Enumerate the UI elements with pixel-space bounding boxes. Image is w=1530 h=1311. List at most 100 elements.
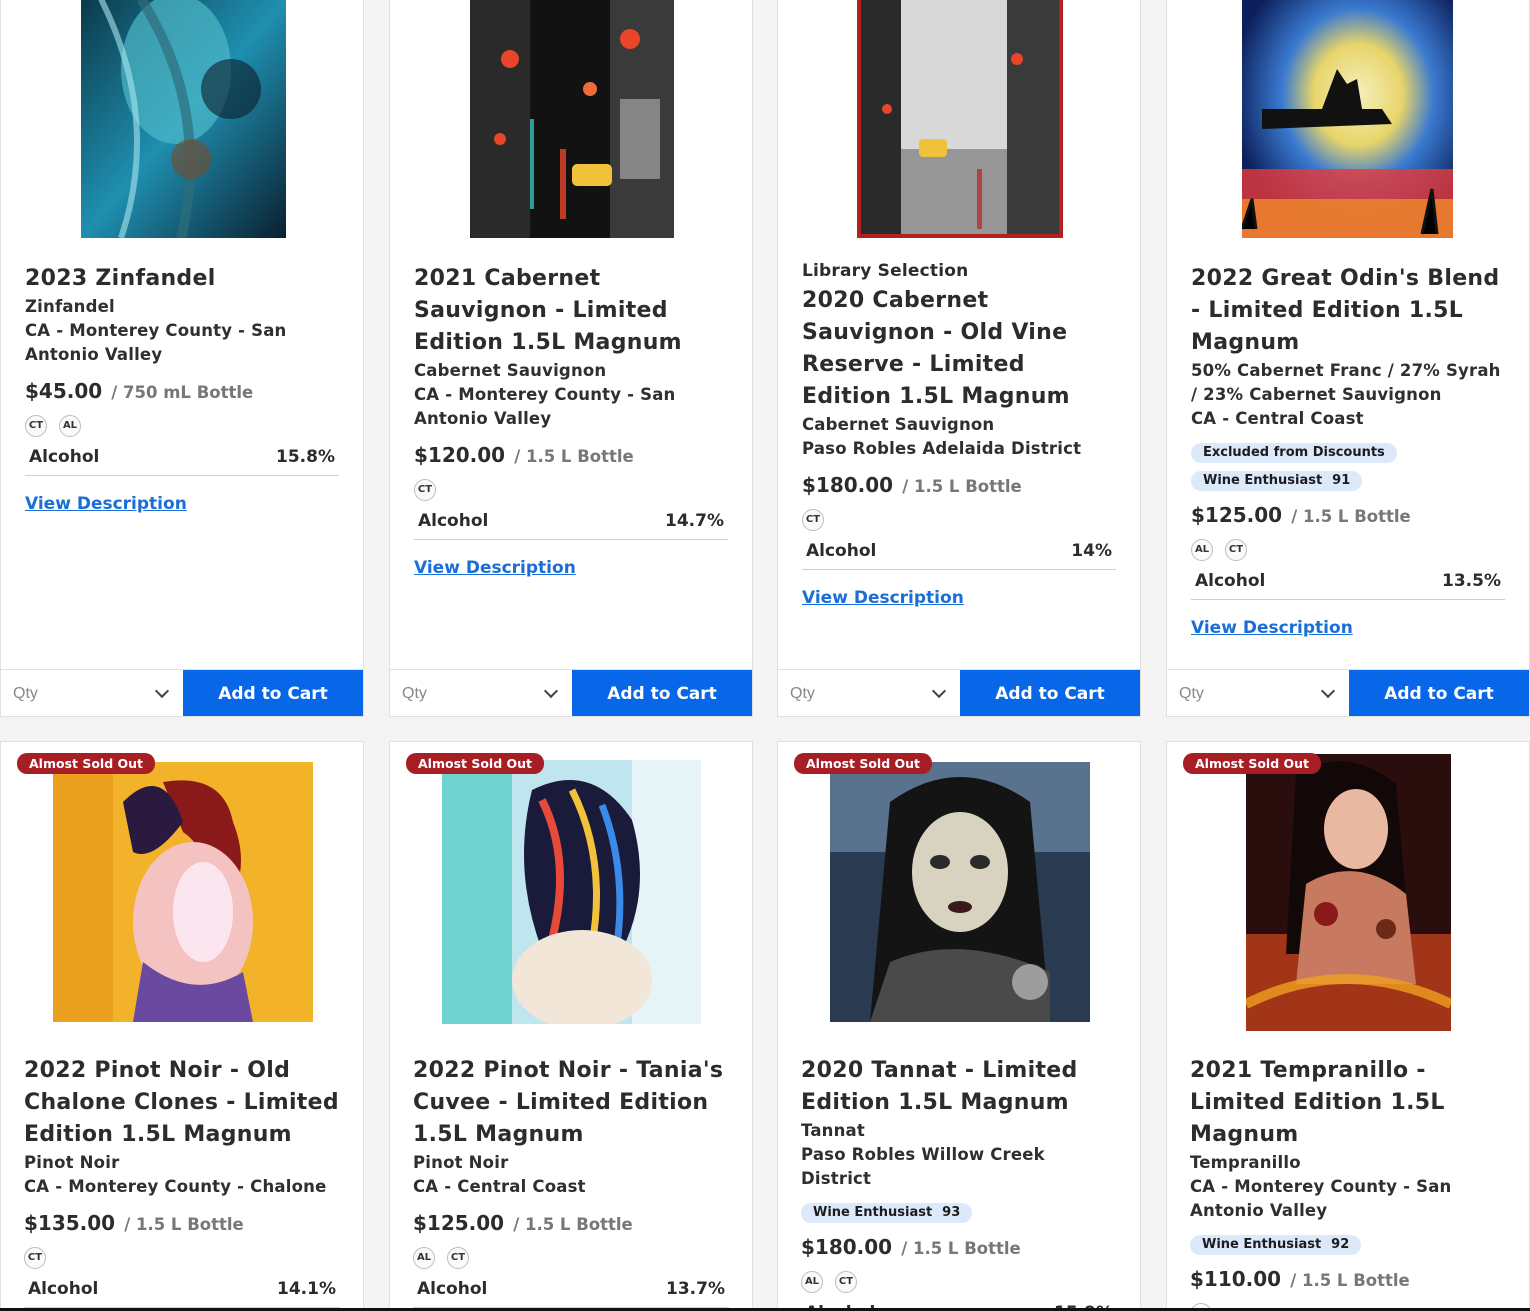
alcohol-value: 15.8% [276,447,335,467]
state-badge: CT [802,509,824,531]
product-label-image[interactable] [1243,754,1454,1031]
product-unit: / 1.5 L Bottle [124,1215,244,1234]
alcohol-spec: Alcohol 14.7% [414,511,728,540]
product-title[interactable]: 2023 Zinfandel [25,263,339,295]
alcohol-value: 13.5% [1442,571,1501,591]
alcohol-spec: Alcohol 14% [802,541,1116,570]
product-varietal: Pinot Noir [413,1153,509,1172]
product-label-image[interactable] [442,760,701,1030]
pill-list: Wine Enthusiast 92 [1190,1223,1506,1255]
product-label-image[interactable] [857,0,1063,238]
alcohol-value: 14.7% [665,511,724,531]
product-title[interactable]: 2022 Pinot Noir - Old Chalone Clones - L… [24,1055,340,1151]
product-unit: / 1.5 L Bottle [1291,507,1411,526]
product-label-image[interactable] [81,0,286,240]
alcohol-value: 14.1% [277,1279,336,1299]
state-badge: AL [413,1247,435,1269]
product-info: 2022 Pinot Noir - Tania's Cuvee - Limite… [413,1055,729,1308]
rating-score: 92 [1331,1237,1350,1252]
product-unit: / 1.5 L Bottle [1290,1271,1410,1290]
product-varietal: 50% Cabernet Franc / 27% Syrah / 23% Cab… [1191,361,1501,404]
product-info: 2021 Tempranillo - Limited Edition 1.5L … [1190,1055,1506,1311]
product-title[interactable]: 2022 Pinot Noir - Tania's Cuvee - Limite… [413,1055,729,1151]
price-line: $180.00 / 1.5 L Bottle [801,1235,1117,1259]
product-title[interactable]: 2022 Great Odin's Blend - Limited Editio… [1191,263,1505,359]
product-price: $125.00 [1191,503,1283,527]
product-eyebrow: Library Selection [802,261,969,281]
qty-select[interactable]: Qty [1167,670,1349,716]
alcohol-spec: Alcohol 13.5% [1191,571,1505,600]
view-description-link[interactable]: View Description [414,558,576,578]
product-title[interactable]: 2020 Cabernet Sauvignon - Old Vine Reser… [802,285,1116,413]
rating-source: Wine Enthusiast [813,1205,933,1220]
buy-bar: Qty Add to Cart [1167,669,1529,716]
product-title[interactable]: 2020 Tannat - Limited Edition 1.5L Magnu… [801,1055,1117,1119]
product-title[interactable]: 2021 Cabernet Sauvignon - Limited Editio… [414,263,728,359]
product-varietal: Cabernet Sauvignon [802,415,995,434]
price-line: $125.00 / 1.5 L Bottle [413,1211,729,1235]
price-line: $110.00 / 1.5 L Bottle [1190,1267,1506,1291]
qty-select[interactable]: Qty [390,670,572,716]
product-price: $135.00 [24,1211,116,1235]
view-description-link[interactable]: View Description [1191,618,1353,638]
alcohol-label: Alcohol [417,1279,488,1299]
state-badge: AL [801,1271,823,1293]
state-badge: CT [25,415,47,437]
qty-select[interactable]: Qty [1,670,183,716]
add-to-cart-button[interactable]: Add to Cart [1349,670,1529,716]
alcohol-spec: Alcohol 15.8% [25,447,339,476]
product-unit: / 1.5 L Bottle [514,447,634,466]
add-to-cart-button[interactable]: Add to Cart [183,670,363,716]
buy-bar: Qty Add to Cart [778,669,1140,716]
buy-bar: Qty Add to Cart [1,669,363,716]
product-price: $110.00 [1190,1267,1282,1291]
pill-list: Wine Enthusiast 91 [1191,459,1505,491]
view-description-link[interactable]: View Description [25,494,187,514]
qty-placeholder: Qty [13,685,38,702]
product-card: 2021 Cabernet Sauvignon - Limited Editio… [389,0,753,717]
product-region: CA - Central Coast [1191,409,1364,428]
state-badge: CT [1225,539,1247,561]
state-badge: CT [447,1247,469,1269]
alcohol-value: 14% [1071,541,1112,561]
product-card: Library Selection 2020 Cabernet Sauvigno… [777,0,1141,717]
product-label-image[interactable] [1240,0,1453,238]
shipping-states: CT [414,477,728,501]
add-to-cart-button[interactable]: Add to Cart [960,670,1140,716]
product-info: 2020 Tannat - Limited Edition 1.5L Magnu… [801,1055,1117,1311]
product-unit: / 1.5 L Bottle [902,477,1022,496]
price-line: $120.00 / 1.5 L Bottle [414,443,728,467]
product-region: Paso Robles Adelaida District [802,439,1082,458]
almost-sold-out-badge: Almost Sold Out [794,753,933,774]
rating-pill: Wine Enthusiast 93 [801,1203,973,1223]
product-label-image[interactable] [830,762,1090,1022]
state-badge: AL [1191,539,1213,561]
almost-sold-out-badge: Almost Sold Out [406,753,545,774]
buy-bar: Qty Add to Cart [390,669,752,716]
product-price: $180.00 [801,1235,893,1259]
product-price: $120.00 [414,443,506,467]
rating-score: 91 [1332,473,1351,488]
rating-pill: Wine Enthusiast 92 [1190,1235,1362,1255]
rating-pill: Wine Enthusiast 91 [1191,471,1363,491]
product-title[interactable]: 2021 Tempranillo - Limited Edition 1.5L … [1190,1055,1506,1151]
price-line: $180.00 / 1.5 L Bottle [802,473,1116,497]
shipping-states: CT AL [25,413,339,437]
product-card: 2022 Great Odin's Blend - Limited Editio… [1166,0,1530,717]
state-badge: CT [414,479,436,501]
add-to-cart-button[interactable]: Add to Cart [572,670,752,716]
qty-select[interactable]: Qty [778,670,960,716]
qty-placeholder: Qty [1179,685,1204,702]
alcohol-value: 13.7% [666,1279,725,1299]
pill-label: Excluded from Discounts [1203,445,1385,460]
product-info: 2022 Pinot Noir - Old Chalone Clones - L… [24,1055,340,1308]
product-card: 2023 Zinfandel Zinfandel CA - Monterey C… [0,0,364,717]
shipping-states: AL CT [413,1245,729,1269]
chevron-down-icon [154,683,170,699]
product-label-image[interactable] [53,762,313,1022]
product-label-image[interactable] [470,0,674,238]
product-varietal: Tempranillo [1190,1153,1301,1172]
chevron-down-icon [543,683,559,699]
product-price: $180.00 [802,473,894,497]
view-description-link[interactable]: View Description [802,588,964,608]
